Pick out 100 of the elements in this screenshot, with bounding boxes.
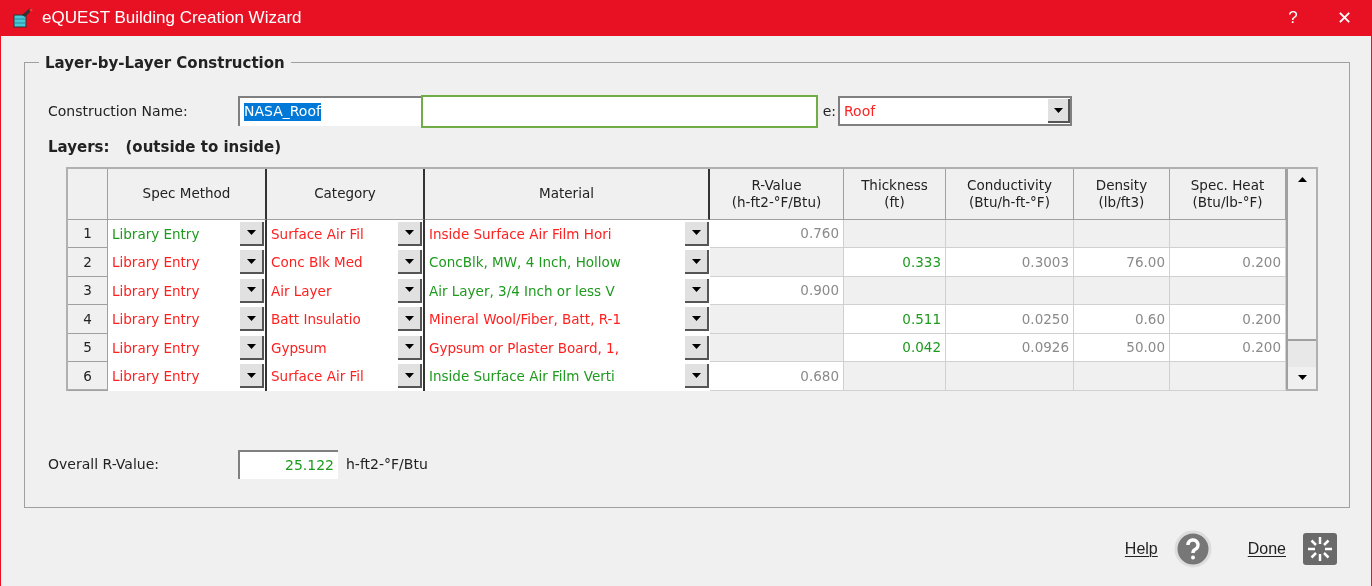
sparkle-icon[interactable] <box>1302 532 1338 566</box>
construction-name-field[interactable]: NASA_Roof <box>238 96 421 126</box>
dropdown-value: Library Entry <box>112 224 201 244</box>
column-header: Density (lb/ft3) <box>1074 168 1170 220</box>
dropdown-value: Air Layer <box>271 281 333 301</box>
dropdown-arrow-button[interactable] <box>398 278 422 303</box>
category-dropdown[interactable]: Batt Insulatio <box>267 305 423 334</box>
table-cell: 0.042 <box>844 333 946 362</box>
caret-icon <box>691 372 701 378</box>
caret-icon <box>1053 107 1063 113</box>
spec-method-dropdown[interactable]: Library Entry <box>108 276 265 305</box>
table-cell: 0.3003 <box>946 248 1074 277</box>
dropdown-arrow-button[interactable] <box>398 335 422 360</box>
dropdown-value: Surface Air Fil <box>271 367 365 387</box>
material-dropdown[interactable]: Mineral Wool/Fiber, Batt, R-1 <box>425 305 710 334</box>
caret-icon <box>691 344 701 350</box>
scroll-down-button[interactable] <box>1288 366 1316 389</box>
caret-icon <box>246 372 256 378</box>
paint-bucket-icon <box>12 7 34 29</box>
category-dropdown[interactable]: Surface Air Fil <box>267 362 423 391</box>
dropdown-value: Mineral Wool/Fiber, Batt, R-1 <box>429 310 623 330</box>
scroll-up-button[interactable] <box>1288 168 1316 191</box>
dropdown-value: Gypsum or Plaster Board, 1, <box>429 338 620 358</box>
window-title: eQUEST Building Creation Wizard <box>42 7 302 30</box>
dropdown-arrow-button[interactable] <box>240 307 264 332</box>
dropdown-value: Surface Air Fil <box>271 224 365 244</box>
caret-icon <box>691 315 701 321</box>
spec-method-dropdown[interactable]: Library Entry <box>108 305 265 334</box>
help-title-button[interactable]: ? <box>1270 5 1316 31</box>
caret-icon <box>246 258 256 264</box>
caret-icon <box>404 315 414 321</box>
done-link[interactable]: Done <box>1247 537 1286 561</box>
table-cell: 0.0926 <box>946 333 1074 362</box>
help-icon[interactable] <box>1173 530 1212 568</box>
caret-icon <box>246 230 256 236</box>
dropdown-value: Library Entry <box>112 281 201 301</box>
spec-method-dropdown[interactable]: Library Entry <box>108 333 265 362</box>
type-dropdown[interactable]: Roof <box>838 96 1072 126</box>
help-link[interactable]: Help <box>1124 537 1158 561</box>
table-cell: 0.0250 <box>946 305 1074 334</box>
dropdown-arrow-button[interactable] <box>685 278 709 303</box>
dropdown-value: Inside Surface Air Film Hori <box>429 224 613 244</box>
dropdown-value: Library Entry <box>112 310 201 330</box>
category-dropdown[interactable]: Air Layer <box>267 276 423 305</box>
dropdown-arrow-button[interactable] <box>398 250 422 275</box>
dropdown-arrow-button[interactable] <box>1048 99 1070 123</box>
scroll-thumb[interactable] <box>1288 190 1316 341</box>
dropdown-value: Batt Insulatio <box>271 310 362 330</box>
dropdown-arrow-button[interactable] <box>240 221 264 246</box>
spec-method-dropdown[interactable]: Library Entry <box>108 362 265 391</box>
dropdown-arrow-button[interactable] <box>240 364 264 389</box>
category-dropdown[interactable]: Conc Blk Med <box>267 248 423 277</box>
dropdown-value: Roof <box>844 101 877 121</box>
caret-icon <box>404 287 414 293</box>
table-cell: 0.760 <box>710 219 844 248</box>
spec-method-dropdown[interactable]: Library Entry <box>108 219 265 248</box>
dropdown-arrow-button[interactable] <box>685 364 709 389</box>
blank-input-box[interactable] <box>421 94 818 128</box>
caret-icon <box>404 372 414 378</box>
material-dropdown[interactable]: Inside Surface Air Film Hori <box>425 219 710 248</box>
column-header: R-Value (h-ft2-°F/Btu) <box>710 168 844 220</box>
dropdown-value: Gypsum <box>271 338 328 358</box>
material-dropdown[interactable]: Gypsum or Plaster Board, 1, <box>425 333 710 362</box>
spec-method-dropdown[interactable]: Library Entry <box>108 248 265 277</box>
dropdown-arrow-button[interactable] <box>685 335 709 360</box>
caret-icon <box>404 344 414 350</box>
dropdown-arrow-button[interactable] <box>398 221 422 246</box>
caret-icon <box>404 230 414 236</box>
material-dropdown[interactable]: ConcBlk, MW, 4 Inch, Hollow <box>425 248 710 277</box>
caret-icon <box>1297 375 1307 380</box>
table-cell: 0.200 <box>1170 305 1286 334</box>
dropdown-arrow-button[interactable] <box>398 307 422 332</box>
dropdown-arrow-button[interactable] <box>685 221 709 246</box>
caret-icon <box>691 230 701 236</box>
material-dropdown[interactable]: Inside Surface Air Film Verti <box>425 362 710 391</box>
dropdown-arrow-button[interactable] <box>240 278 264 303</box>
unit-label: h-ft2-°F/Btu <box>346 454 428 474</box>
material-dropdown[interactable]: Air Layer, 3/4 Inch or less V <box>425 276 710 305</box>
dropdown-arrow-button[interactable] <box>240 250 264 275</box>
dropdown-value: Conc Blk Med <box>271 253 364 273</box>
overall-r-value-label: Overall R-Value: <box>48 454 161 474</box>
category-dropdown[interactable]: Gypsum <box>267 333 423 362</box>
selected-text: NASA_Roof <box>244 103 321 121</box>
dropdown-value: Library Entry <box>112 338 201 358</box>
category-dropdown[interactable]: Surface Air Fil <box>267 219 423 248</box>
scrollbar[interactable] <box>1286 168 1316 389</box>
dropdown-arrow-button[interactable] <box>685 307 709 332</box>
dropdown-arrow-button[interactable] <box>398 364 422 389</box>
caret-icon <box>246 315 256 321</box>
table-cell: 0.60 <box>1074 305 1170 334</box>
overall-r-value-field: 25.122 <box>238 449 338 479</box>
table-cell: 76.00 <box>1074 248 1170 277</box>
dropdown-value: Air Layer, 3/4 Inch or less V <box>429 281 616 301</box>
dropdown-arrow-button[interactable] <box>685 250 709 275</box>
dropdown-value: Library Entry <box>112 367 201 387</box>
dropdown-arrow-button[interactable] <box>240 335 264 360</box>
close-button[interactable]: ✕ <box>1316 4 1372 32</box>
table-cell: 0.680 <box>710 362 844 391</box>
table-cell: 0.511 <box>844 305 946 334</box>
table-cell: 0.900 <box>710 276 844 305</box>
